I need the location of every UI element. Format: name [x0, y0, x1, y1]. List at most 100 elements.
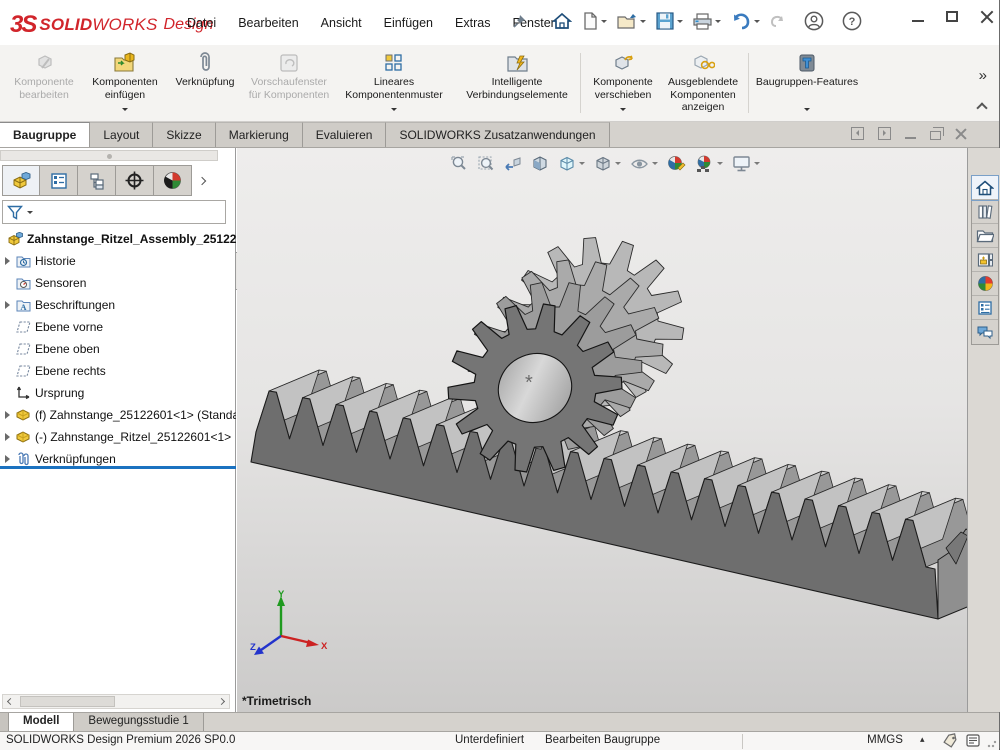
tree-horizontal-scrollbar[interactable]	[2, 694, 230, 709]
tab-markierung[interactable]: Markierung	[216, 122, 303, 147]
expand-arrow-icon[interactable]	[5, 411, 14, 419]
filter-dropdown-caret[interactable]	[27, 211, 33, 217]
menu-ansicht[interactable]: Ansicht	[310, 10, 373, 36]
tree-item-sensoren[interactable]: Sensoren	[0, 272, 236, 294]
assembly-features-button[interactable]: Baugruppen-Features	[752, 48, 862, 119]
smart-fasteners-button[interactable]: Intelligente Verbindungselemente	[456, 48, 578, 119]
expand-arrow-icon[interactable]	[5, 301, 14, 309]
units-selector[interactable]: MMGS	[855, 734, 915, 746]
tree-item-zahnstange-ritzel[interactable]: (-) Zahnstange_Ritzel_25122601<1>	[0, 426, 236, 448]
ribbon-collapse-icon[interactable]	[976, 102, 987, 113]
view-settings-icon[interactable]	[731, 154, 761, 173]
open-button[interactable]	[613, 10, 650, 33]
scrollbar-thumb[interactable]	[20, 696, 115, 707]
tree-item-ebene-vorne[interactable]: Ebene vorne	[0, 316, 236, 338]
save-dropdown[interactable]	[677, 20, 683, 26]
mate-button[interactable]: Verknüpfung	[166, 48, 244, 119]
home-tab-icon[interactable]	[972, 176, 998, 200]
save-button[interactable]	[652, 9, 687, 33]
menu-extras[interactable]: Extras	[444, 10, 501, 36]
linear-component-pattern-button[interactable]: Lineares Komponentenmuster	[336, 48, 452, 119]
doc-close-button[interactable]	[955, 128, 967, 140]
assembly-features-dropdown[interactable]	[804, 108, 810, 114]
view-palette-icon[interactable]	[972, 248, 998, 272]
edit-appearance-icon[interactable]	[666, 153, 687, 174]
panel-splitter-grip[interactable]	[0, 150, 218, 161]
tab-property-manager[interactable]	[40, 165, 78, 196]
zoom-to-area-icon[interactable]	[476, 154, 496, 174]
custom-properties-icon[interactable]	[972, 296, 998, 320]
scroll-right-arrow[interactable]	[214, 699, 229, 704]
move-component-dropdown[interactable]	[620, 108, 626, 114]
tab-layout[interactable]: Layout	[90, 122, 153, 147]
tree-filter-input[interactable]	[2, 200, 226, 224]
apply-scene-dropdown[interactable]	[717, 162, 723, 168]
help-button[interactable]: ?	[838, 8, 866, 34]
units-dropdown-caret[interactable]: ▴	[920, 734, 925, 745]
rack-and-pinion-model[interactable]	[237, 148, 967, 712]
maximize-button[interactable]	[946, 11, 958, 22]
graphics-viewport[interactable]: *	[237, 148, 967, 712]
display-style-icon[interactable]	[593, 154, 622, 174]
new-document-button[interactable]	[578, 9, 611, 33]
doc-minimize-button[interactable]	[905, 137, 916, 139]
tab-configuration-manager[interactable]	[78, 165, 116, 196]
design-library-icon[interactable]	[972, 200, 998, 224]
tree-item-beschriftungen[interactable]: A Beschriftungen	[0, 294, 236, 316]
user-account-button[interactable]	[800, 8, 828, 34]
tree-item-historie[interactable]: Historie	[0, 250, 236, 272]
minimize-button[interactable]	[912, 20, 924, 22]
tree-item-zahnstange[interactable]: (f) Zahnstange_25122601<1> (Standard)	[0, 404, 236, 426]
linear-pattern-dropdown[interactable]	[391, 108, 397, 114]
tab-splitter-handle[interactable]	[0, 713, 9, 731]
hide-show-items-icon[interactable]	[629, 154, 659, 174]
tab-display-manager[interactable]	[154, 165, 192, 196]
insert-components-dropdown[interactable]	[122, 108, 128, 114]
tab-bewegungsstudie[interactable]: Bewegungsstudie 1	[74, 713, 203, 731]
zoom-to-fit-icon[interactable]	[449, 154, 469, 174]
collapse-panel-right-button[interactable]	[878, 127, 891, 140]
tree-item-ebene-rechts[interactable]: Ebene rechts	[0, 360, 236, 382]
file-explorer-icon[interactable]	[972, 224, 998, 248]
appearances-scenes-icon[interactable]	[972, 272, 998, 296]
menu-bearbeiten[interactable]: Bearbeiten	[227, 10, 309, 36]
show-hidden-components-button[interactable]: Ausgeblendete Komponenten anzeigen	[662, 48, 744, 119]
view-orientation-icon[interactable]	[557, 154, 586, 174]
tree-item-ebene-oben[interactable]: Ebene oben	[0, 338, 236, 360]
insert-components-button[interactable]: Komponenten einfügen	[86, 48, 164, 119]
doc-restore-button[interactable]	[930, 131, 941, 140]
tag-icon[interactable]	[942, 733, 959, 750]
forum-icon[interactable]	[972, 320, 998, 344]
print-button[interactable]	[689, 10, 725, 33]
undo-dropdown[interactable]	[754, 20, 760, 26]
hide-show-items-dropdown[interactable]	[652, 162, 658, 168]
expand-arrow-icon[interactable]	[5, 433, 14, 441]
move-component-button[interactable]: Komponente verschieben	[585, 48, 661, 119]
display-style-dropdown[interactable]	[615, 162, 621, 168]
tree-root[interactable]: Zahnstange_Ritzel_Assembly_25122601	[0, 228, 236, 250]
expand-arrow-icon[interactable]	[5, 455, 14, 463]
menu-datei[interactable]: Datei	[176, 10, 227, 36]
home-button[interactable]	[548, 9, 576, 33]
ribbon-overflow-button[interactable]: »	[979, 67, 987, 84]
close-button[interactable]	[980, 10, 993, 23]
pin-menubar-icon[interactable]	[512, 14, 527, 34]
tree-item-ursprung[interactable]: Ursprung	[0, 382, 236, 404]
tab-evaluieren[interactable]: Evaluieren	[303, 122, 387, 147]
open-dropdown[interactable]	[640, 20, 646, 26]
view-orientation-dropdown[interactable]	[579, 162, 585, 168]
new-document-dropdown[interactable]	[601, 20, 607, 26]
tab-dimxpert-manager[interactable]	[116, 165, 154, 196]
view-settings-dropdown[interactable]	[754, 162, 760, 168]
tab-modell[interactable]: Modell	[9, 713, 74, 731]
tab-skizze[interactable]: Skizze	[153, 122, 215, 147]
tab-baugruppe[interactable]: Baugruppe	[0, 122, 90, 147]
panel-tabs-overflow-arrow[interactable]	[192, 165, 212, 196]
section-view-icon[interactable]	[530, 154, 550, 174]
tab-featuremanager-tree[interactable]	[2, 165, 40, 196]
print-dropdown[interactable]	[715, 20, 721, 26]
expand-arrow-icon[interactable]	[5, 257, 14, 265]
collapse-panel-left-button[interactable]	[851, 127, 864, 140]
editor-note-icon[interactable]	[966, 734, 980, 750]
undo-button[interactable]	[727, 10, 764, 33]
